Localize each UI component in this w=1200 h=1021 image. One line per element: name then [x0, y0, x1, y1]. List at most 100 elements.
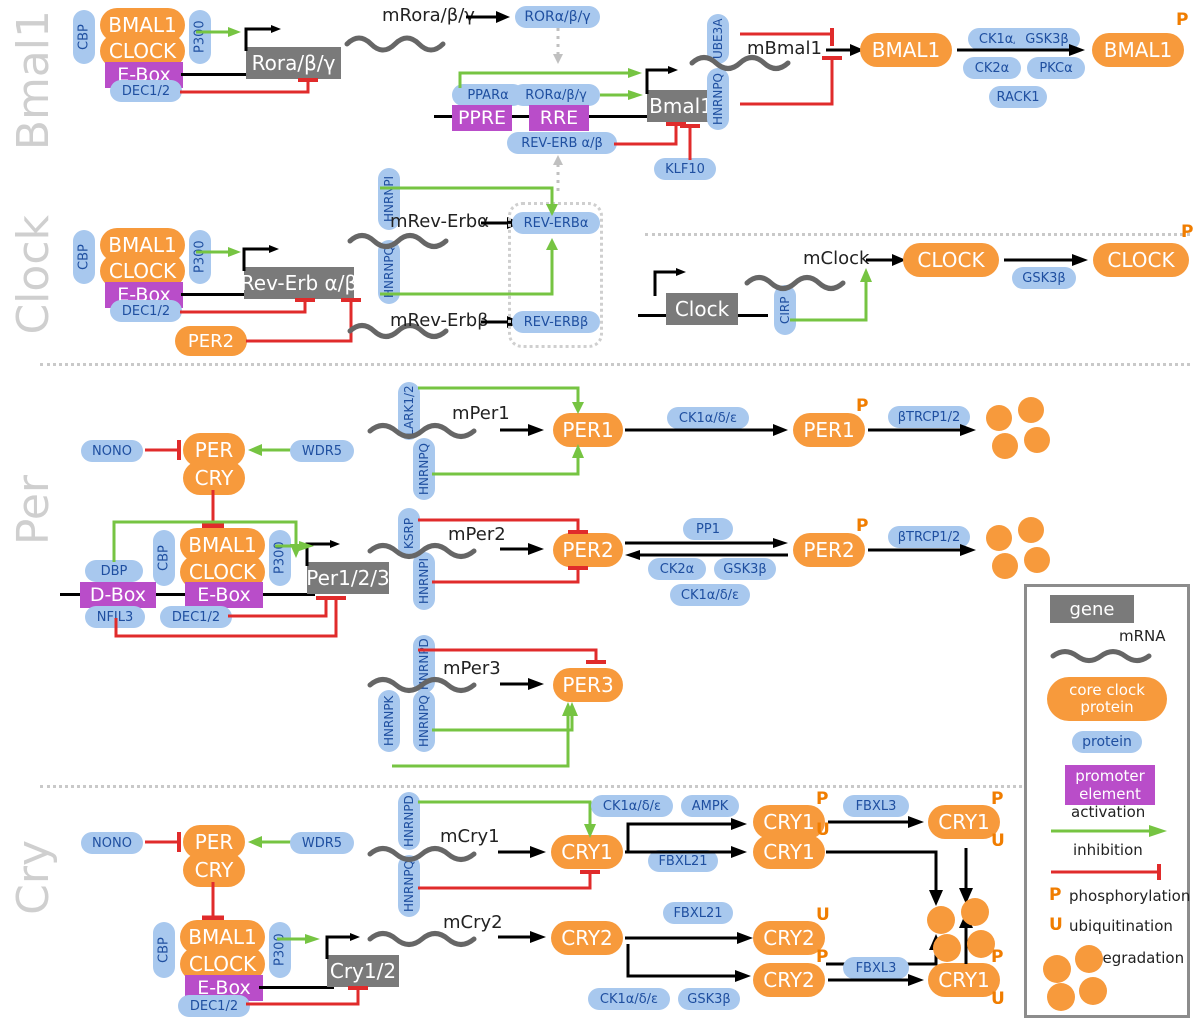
dotted-connector-rora — [553, 28, 563, 64]
protein-rora: RORα/β/γ — [515, 6, 600, 28]
core-protein-per3: PER3 — [553, 668, 623, 702]
tss-arrow-rora — [244, 25, 281, 51]
activation-hnrnpd-cry1 — [418, 800, 596, 838]
tss-arrow-reverb — [242, 245, 279, 271]
degradation-particles-per1 — [986, 397, 1050, 459]
ubiq-arrow-cry2 — [625, 932, 753, 944]
protein-wdr5-cry: WDR5 — [290, 832, 354, 854]
protein-dec12-rora: DEC1/2 — [110, 80, 182, 102]
legend-inhibition-label: inhibition — [1073, 841, 1143, 859]
translation-arrow-cry1 — [498, 846, 546, 858]
legend-phosphorylation-label: phosphorylation — [1069, 887, 1191, 905]
phospho-mark-cry1: P — [816, 789, 829, 809]
legend-degradation-swatch — [1043, 945, 1107, 1011]
protein-nono-per: NONO — [81, 440, 143, 462]
legend-mrna-swatch — [1050, 649, 1152, 663]
legend-gene-swatch: gene — [1050, 595, 1134, 623]
phospho-mark-per1: P — [856, 396, 869, 416]
gene-reverb: Rev-Erb α/β — [241, 267, 357, 299]
phospho-mark-cry2: P — [816, 947, 829, 967]
gene-clock: Clock — [666, 293, 738, 325]
activation-wdr5-cry — [248, 836, 292, 848]
core-protein-cry2-phos: CRY2 — [753, 963, 825, 997]
phosphatase-pp1-per2: PP1 — [683, 518, 733, 540]
gene-cry12: Cry1/2 — [327, 955, 399, 987]
phosphorylation-arrow-per1 — [625, 424, 788, 436]
kinase-rack1-bmal1: RACK1 — [989, 86, 1047, 108]
mrna-label-reverbb: mRev-Erbβ — [390, 310, 489, 331]
row-label-clock: Clock — [8, 215, 59, 335]
activation-dbp-per — [112, 520, 302, 562]
diagram-canvas: Bmal1 Clock Per Cry CBP BMAL1 CLOCK P300… — [0, 0, 1200, 1021]
legend-ubiquitination-label: ubiquitination — [1069, 917, 1173, 935]
legend-u-symbol: U — [1049, 915, 1063, 935]
core-protein-cry1-pu: CRY1 — [928, 805, 1000, 839]
degradation-arrow-per1 — [868, 424, 976, 436]
section-divider-per — [40, 363, 1190, 366]
legend-box: gene mRNA core clock protein protein pro… — [1024, 584, 1190, 1018]
inhibition-ube3a-mbmal1 — [740, 28, 834, 46]
phospho-mark-per2: P — [856, 516, 869, 536]
core-protein-cry2: CRY2 — [551, 921, 623, 955]
ubiq-mark-cry1-bottom: U — [991, 989, 1005, 1009]
protein-hnrnpd-cry1: HNRNPD — [398, 792, 420, 850]
activation-lark-per1 — [418, 386, 584, 414]
translation-arrow-per3 — [500, 678, 544, 690]
core-protein-clock-phos: CLOCK — [1093, 243, 1189, 277]
protein-nono-cry: NONO — [81, 832, 143, 854]
core-protein-cry1-pu-bottom: CRY1 — [928, 963, 1000, 997]
protein-wdr5-per: WDR5 — [290, 440, 354, 462]
legend-core-protein-swatch: core clock protein — [1047, 677, 1167, 721]
kinase-ck1-cry2: CK1α/δ/ε — [588, 988, 670, 1010]
translation-arrow-cry2 — [498, 931, 546, 943]
row-label-per: Per — [8, 475, 59, 546]
phospho-mark-cry1-pu: P — [991, 789, 1004, 809]
legend-activation-label: activation — [1071, 803, 1146, 821]
translation-arrow-per2 — [500, 543, 544, 555]
protein-dec12-cry: DEC1/2 — [178, 995, 250, 1017]
kinase-ck1-per2: CK1α/δ/ε — [670, 584, 750, 606]
activation-arrow-rora — [196, 27, 241, 37]
activation-arrow-reverb — [196, 247, 241, 257]
kinase-ck1-cry1: CK1α/δ/ε — [591, 795, 673, 817]
row-label-bmal1: Bmal1 — [8, 10, 59, 151]
gene-rora: Rora/β/γ — [246, 47, 341, 79]
phosphorylation-arrow-bmal1 — [957, 44, 1085, 56]
phospho-mark-bmal1: P — [1176, 10, 1189, 30]
inhibition-dec12-cry — [246, 986, 368, 1006]
protein-cbp-bmal1row: CBP — [73, 10, 95, 64]
core-protein-cry1-ubiq: CRY1 — [753, 835, 825, 869]
activation-hnrnpi-reverba — [380, 186, 558, 216]
activation-arrow-rre-bmal1 — [600, 90, 643, 100]
kinase-pkca-bmal1: PKCα — [1027, 57, 1085, 79]
ligase-fbxl21-cry2: FBXL21 — [663, 902, 733, 924]
activation-cirp-mclock — [790, 268, 872, 322]
section-divider-cry — [40, 785, 1190, 788]
ubiq-mark-cry1-pu: U — [991, 831, 1005, 851]
degradation-arrow-per2 — [868, 544, 976, 556]
activation-arrow-ppre-bmal1 — [458, 68, 642, 88]
legend-core-protein-line1: core clock — [1069, 681, 1145, 699]
tss-arrow-bmal1 — [645, 66, 678, 94]
inhibition-klf10-bmal1 — [680, 124, 700, 160]
protein-cbp-crycomplex: CBP — [153, 922, 175, 978]
gene-per123: Per1/2/3 — [306, 562, 390, 594]
ubiquitination-arrow-cry1 — [828, 816, 924, 828]
core-protein-cry2-ubiq: CRY2 — [753, 921, 825, 955]
activation-wdr5-per — [248, 444, 292, 456]
inhibition-ksrp-per2 — [418, 518, 588, 534]
degradation-particles-cry — [927, 898, 995, 962]
core-protein-cry1-phos: CRY1 — [753, 805, 825, 839]
inhibition-hnrnpq-cry1 — [418, 870, 600, 890]
phosphorylation-arrow-clock — [1004, 254, 1088, 266]
kinase-ck2a-bmal1: CK2α — [963, 57, 1021, 79]
protein-reverb-ab: REV-ERB α/β — [507, 132, 617, 154]
activation-hnrnpq-per1 — [432, 444, 584, 476]
phospho-mark-clock: P — [1181, 222, 1194, 242]
tss-arrow-cry — [325, 933, 360, 959]
kinase-gsk3b-cry2: GSK3β — [678, 988, 740, 1010]
inhibition-hnrnpd-per3 — [418, 648, 606, 664]
section-divider-clock-right — [645, 233, 1190, 236]
core-protein-per1-phos: PER1 — [793, 413, 865, 447]
ubiq-arrow-cry1-fbxl21 — [625, 846, 747, 858]
